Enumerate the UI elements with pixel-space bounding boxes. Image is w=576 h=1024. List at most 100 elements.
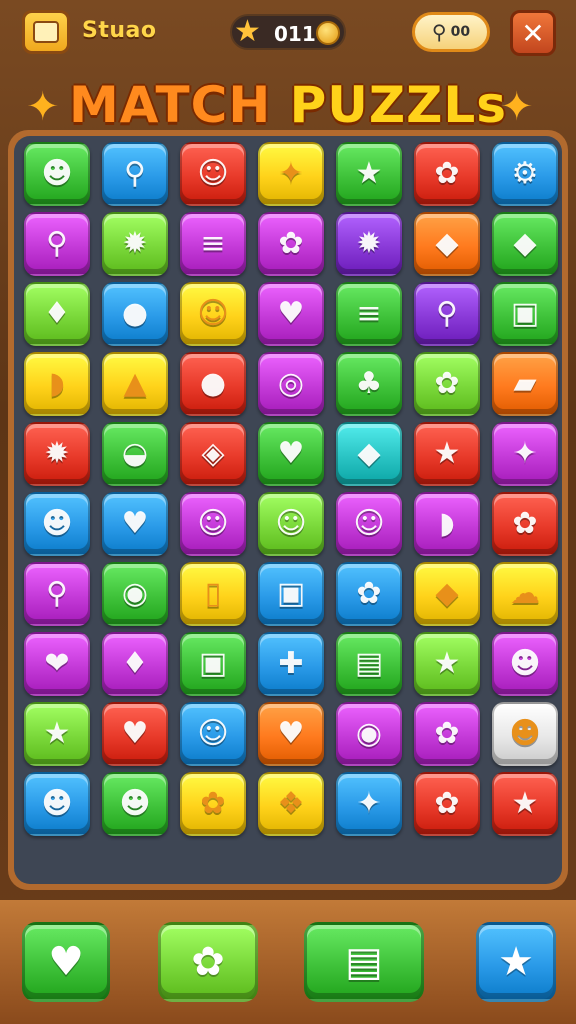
tile-r8-c6[interactable]: ★ <box>414 632 480 696</box>
tile-r6-c1[interactable]: ☻ <box>24 492 90 556</box>
tile-r5-c2[interactable]: ◒ <box>102 422 168 486</box>
tile-r3-c5[interactable]: ≡ <box>336 282 402 346</box>
tile-r8-c7[interactable]: ☻ <box>492 632 558 696</box>
tile-icon: ✦ <box>512 436 538 471</box>
tile-r2-c7[interactable]: ◆ <box>492 212 558 276</box>
tile-r6-c7[interactable]: ✿ <box>492 492 558 556</box>
tile-r7-c6[interactable]: ◆ <box>414 562 480 626</box>
tile-r7-c7[interactable]: ☁ <box>492 562 558 626</box>
tile-r2-c6[interactable]: ◆ <box>414 212 480 276</box>
tile-r9-c1[interactable]: ★ <box>24 702 90 766</box>
tile-r3-c2[interactable]: ● <box>102 282 168 346</box>
score-counter: ★ 011 <box>230 14 346 50</box>
tile-r9-c2[interactable]: ♥ <box>102 702 168 766</box>
tile-r3-c7[interactable]: ▣ <box>492 282 558 346</box>
tile-icon: ◈ <box>201 436 225 471</box>
tile-r10-c2[interactable]: ☻ <box>102 772 168 836</box>
tile-r2-c4[interactable]: ✿ <box>258 212 324 276</box>
tile-icon: ☻ <box>509 716 541 751</box>
tile-r7-c3[interactable]: ▯ <box>180 562 246 626</box>
tile-r10-c6[interactable]: ✿ <box>414 772 480 836</box>
tile-icon: ✿ <box>434 366 460 401</box>
search-label: 00 <box>450 24 471 40</box>
tile-r4-c1[interactable]: ◗ <box>24 352 90 416</box>
game-board: ☻ ⚲ ☺ ✦ ★ ✿ ⚙ ⚲ ✹ ≡ ✿ ✹ ◆ ◆ ♦ ● ☺ ♥ ≡ ⚲ ▣ ◗ ▲ ● ◎ ♣ ✿ ▰ ✹ ◒ ◈ ♥ ◆ ★ ✦ ☻ ♥ ☺ ☺ ☺… <box>8 130 568 890</box>
tile-r3-c4[interactable]: ♥ <box>258 282 324 346</box>
tile-r6-c4[interactable]: ☺ <box>258 492 324 556</box>
tile-r1-c5[interactable]: ★ <box>336 142 402 206</box>
tile-r10-c5[interactable]: ✦ <box>336 772 402 836</box>
search-button[interactable]: ⚲ 00 <box>412 12 490 52</box>
tile-r9-c3[interactable]: ☺ <box>180 702 246 766</box>
tile-r7-c5[interactable]: ✿ <box>336 562 402 626</box>
tile-r5-c3[interactable]: ◈ <box>180 422 246 486</box>
tile-r5-c5[interactable]: ◆ <box>336 422 402 486</box>
tile-r3-c3[interactable]: ☺ <box>180 282 246 346</box>
tile-r6-c3[interactable]: ☺ <box>180 492 246 556</box>
tile-r9-c7[interactable]: ☻ <box>492 702 558 766</box>
tile-r1-c3[interactable]: ☺ <box>180 142 246 206</box>
tile-icon: ▰ <box>513 366 537 401</box>
tile-r3-c6[interactable]: ⚲ <box>414 282 480 346</box>
tile-r9-c4[interactable]: ♥ <box>258 702 324 766</box>
tile-icon: ≡ <box>200 226 226 261</box>
tile-r8-c4[interactable]: ✚ <box>258 632 324 696</box>
tile-r8-c3[interactable]: ▣ <box>180 632 246 696</box>
tile-icon: ★ <box>43 716 71 751</box>
tile-r7-c1[interactable]: ⚲ <box>24 562 90 626</box>
tile-r4-c7[interactable]: ▰ <box>492 352 558 416</box>
tile-icon: ★ <box>433 646 461 681</box>
tile-r5-c7[interactable]: ✦ <box>492 422 558 486</box>
powerup-cards-button[interactable]: ▤ <box>304 922 424 1002</box>
tile-icon: ♥ <box>277 716 305 751</box>
tile-r3-c1[interactable]: ♦ <box>24 282 90 346</box>
tile-icon: ♥ <box>277 296 305 331</box>
tile-r1-c6[interactable]: ✿ <box>414 142 480 206</box>
tile-r7-c2[interactable]: ◉ <box>102 562 168 626</box>
tile-r1-c7[interactable]: ⚙ <box>492 142 558 206</box>
tile-r4-c4[interactable]: ◎ <box>258 352 324 416</box>
tile-r6-c2[interactable]: ♥ <box>102 492 168 556</box>
tile-r2-c5[interactable]: ✹ <box>336 212 402 276</box>
tile-r5-c6[interactable]: ★ <box>414 422 480 486</box>
tile-icon: ✿ <box>200 786 226 821</box>
tile-r2-c2[interactable]: ✹ <box>102 212 168 276</box>
tile-r6-c5[interactable]: ☺ <box>336 492 402 556</box>
tile-r5-c4[interactable]: ♥ <box>258 422 324 486</box>
tile-icon: ▣ <box>276 576 306 611</box>
tile-icon: ☺ <box>197 156 229 191</box>
tile-r1-c1[interactable]: ☻ <box>24 142 90 206</box>
close-button[interactable]: ✕ <box>510 10 556 56</box>
tile-r6-c6[interactable]: ◗ <box>414 492 480 556</box>
tile-r4-c2[interactable]: ▲ <box>102 352 168 416</box>
tile-icon: ▲ <box>123 366 147 401</box>
tile-r10-c1[interactable]: ☻ <box>24 772 90 836</box>
tile-icon: ◆ <box>513 226 537 261</box>
tile-r7-c4[interactable]: ▣ <box>258 562 324 626</box>
tile-r10-c7[interactable]: ★ <box>492 772 558 836</box>
tile-icon: ◆ <box>435 226 459 261</box>
tile-icon: ⚲ <box>124 156 146 191</box>
tile-r10-c3[interactable]: ✿ <box>180 772 246 836</box>
tile-r8-c2[interactable]: ♦ <box>102 632 168 696</box>
tile-r9-c6[interactable]: ✿ <box>414 702 480 766</box>
tile-r9-c5[interactable]: ◉ <box>336 702 402 766</box>
tile-r8-c1[interactable]: ❤ <box>24 632 90 696</box>
tile-r2-c3[interactable]: ≡ <box>180 212 246 276</box>
tile-icon: ★ <box>433 436 461 471</box>
tile-r5-c1[interactable]: ✹ <box>24 422 90 486</box>
tile-r1-c4[interactable]: ✦ <box>258 142 324 206</box>
tile-icon: ◆ <box>435 576 459 611</box>
tile-r1-c2[interactable]: ⚲ <box>102 142 168 206</box>
powerup-star-button[interactable]: ★ <box>476 922 556 1002</box>
tile-r4-c5[interactable]: ♣ <box>336 352 402 416</box>
tile-r4-c3[interactable]: ● <box>180 352 246 416</box>
tile-r2-c1[interactable]: ⚲ <box>24 212 90 276</box>
tile-r10-c4[interactable]: ❖ <box>258 772 324 836</box>
tile-icon: ❖ <box>277 786 305 821</box>
tile-r4-c6[interactable]: ✿ <box>414 352 480 416</box>
tile-r8-c5[interactable]: ▤ <box>336 632 402 696</box>
powerup-flower-button[interactable]: ✿ <box>158 922 258 1002</box>
powerup-heart-button[interactable]: ♥ <box>22 922 110 1002</box>
profile-icon[interactable] <box>22 10 70 54</box>
